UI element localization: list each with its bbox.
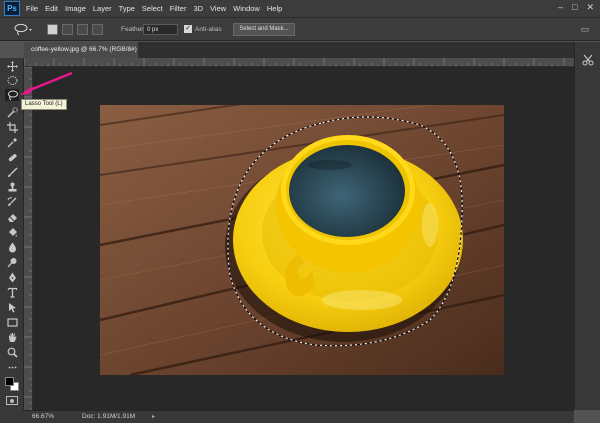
clone-stamp-tool[interactable] (5, 181, 19, 193)
menu-filter[interactable]: Filter (170, 4, 187, 13)
scissors-icon (582, 54, 594, 66)
hand-icon (8, 332, 16, 342)
minimize-button[interactable]: – (558, 3, 563, 12)
foreground-color-swatch[interactable] (5, 377, 14, 386)
workspace-switcher-icon[interactable]: ▭ (577, 24, 593, 35)
menu-file[interactable]: File (26, 4, 38, 13)
menu-3d[interactable]: 3D (193, 4, 203, 13)
path-selection-tool[interactable] (5, 301, 19, 313)
ruler-ticks-left (24, 67, 32, 410)
lasso-icon (7, 90, 18, 100)
document-canvas[interactable] (100, 105, 504, 375)
menu-layer[interactable]: Layer (93, 4, 112, 13)
horizontal-ruler (24, 58, 574, 67)
water-drop-icon (8, 242, 16, 252)
antialias-checkbox[interactable]: ✓ (184, 25, 192, 33)
dodge-tool[interactable] (5, 256, 19, 268)
bandage-icon (8, 153, 17, 161)
document-size: Doc: 1.91M/1.91M (82, 413, 136, 420)
tools-panel (0, 58, 24, 410)
eyedropper-icon (7, 137, 17, 147)
stamp-icon (8, 182, 16, 191)
maximize-button[interactable]: □ (572, 3, 577, 12)
lasso-tool-tooltip: Lasso Tool (L) (21, 99, 67, 110)
marquee-tool[interactable] (5, 74, 19, 86)
magnifier-icon (7, 347, 18, 358)
eraser-icon (7, 213, 17, 222)
menu-bar: Ps File Edit Image Layer Type Select Fil… (0, 0, 600, 17)
tool-preset-picker[interactable] (13, 23, 35, 36)
document-tab[interactable]: coffee-yellow.jpg @ 66.7% (RGB/8#) × (24, 42, 138, 58)
edit-toolbar-button[interactable] (5, 361, 19, 373)
vertical-ruler (24, 67, 33, 410)
brush-icon (7, 167, 17, 177)
dodge-icon (7, 257, 16, 267)
menu-window[interactable]: Window (233, 4, 260, 13)
document-tab-title: coffee-yellow.jpg @ 66.7% (RGB/8#) (31, 46, 137, 53)
quick-selection-icon (7, 106, 18, 117)
type-icon (7, 287, 17, 298)
lasso-icon (14, 23, 32, 36)
tool-presets-panel-icon[interactable] (582, 54, 594, 66)
elliptical-marquee-icon (7, 75, 17, 85)
paint-bucket-tool[interactable] (5, 226, 19, 238)
window-controls: – □ ✕ (558, 3, 594, 12)
select-and-mask-button[interactable]: Select and Mask... (233, 23, 295, 36)
ruler-ticks-top (24, 58, 571, 66)
zoom-tool[interactable] (5, 346, 19, 358)
antialias-label: Anti-alias (195, 26, 222, 33)
feather-label: Feather: (121, 26, 146, 33)
right-panel-dock (574, 42, 600, 410)
move-icon (6, 60, 18, 72)
menu-help[interactable]: Help (267, 4, 282, 13)
pen-icon (8, 272, 16, 282)
move-tool[interactable] (5, 60, 19, 72)
quick-mask-button[interactable] (6, 396, 18, 405)
quick-mask-icon (10, 398, 14, 403)
photoshop-logo: Ps (4, 1, 20, 16)
menu-image[interactable]: Image (65, 4, 86, 13)
paint-bucket-icon (8, 227, 17, 237)
coffee-cup-photo (100, 105, 504, 375)
healing-brush-tool[interactable] (5, 151, 19, 163)
status-menu-arrow-icon[interactable]: ▸ (152, 413, 155, 420)
quick-selection-tool[interactable] (5, 106, 19, 118)
add-to-selection-button[interactable] (62, 24, 73, 35)
options-bar: Feather: 0 px ✓ Anti-alias Select and Ma… (0, 17, 600, 41)
status-bar-corner (0, 410, 24, 423)
eyedropper-tool[interactable] (5, 136, 19, 148)
eraser-tool[interactable] (5, 211, 19, 223)
intersect-selection-button[interactable] (92, 24, 103, 35)
tab-close-button[interactable]: × (127, 42, 131, 58)
menu-type[interactable]: Type (119, 4, 135, 13)
menu-view[interactable]: View (210, 4, 226, 13)
lasso-tool[interactable] (5, 89, 19, 101)
blur-tool[interactable] (5, 241, 19, 253)
close-button[interactable]: ✕ (586, 3, 594, 12)
path-selection-arrow-icon (8, 302, 16, 312)
more-tools-icon (8, 366, 16, 368)
history-brush-tool[interactable] (5, 196, 19, 208)
crop-icon (6, 121, 18, 133)
status-bar: 66.67% Doc: 1.91M/1.91M ▸ (24, 410, 574, 423)
hand-tool[interactable] (5, 331, 19, 343)
rectangle-tool[interactable] (5, 316, 19, 328)
subtract-from-selection-button[interactable] (77, 24, 88, 35)
type-tool[interactable] (5, 286, 19, 298)
new-selection-button[interactable] (47, 24, 58, 35)
pen-tool[interactable] (5, 271, 19, 283)
color-swatches (4, 376, 20, 392)
feather-input[interactable]: 0 px (143, 24, 178, 35)
zoom-level[interactable]: 66.67% (32, 413, 54, 420)
document-tab-bar: coffee-yellow.jpg @ 66.7% (RGB/8#) × (24, 42, 574, 58)
rectangle-icon (6, 317, 18, 327)
crop-tool[interactable] (5, 121, 19, 133)
menu-select[interactable]: Select (142, 4, 163, 13)
history-brush-icon (7, 196, 16, 206)
menu-edit[interactable]: Edit (45, 4, 58, 13)
brush-tool[interactable] (5, 166, 19, 178)
